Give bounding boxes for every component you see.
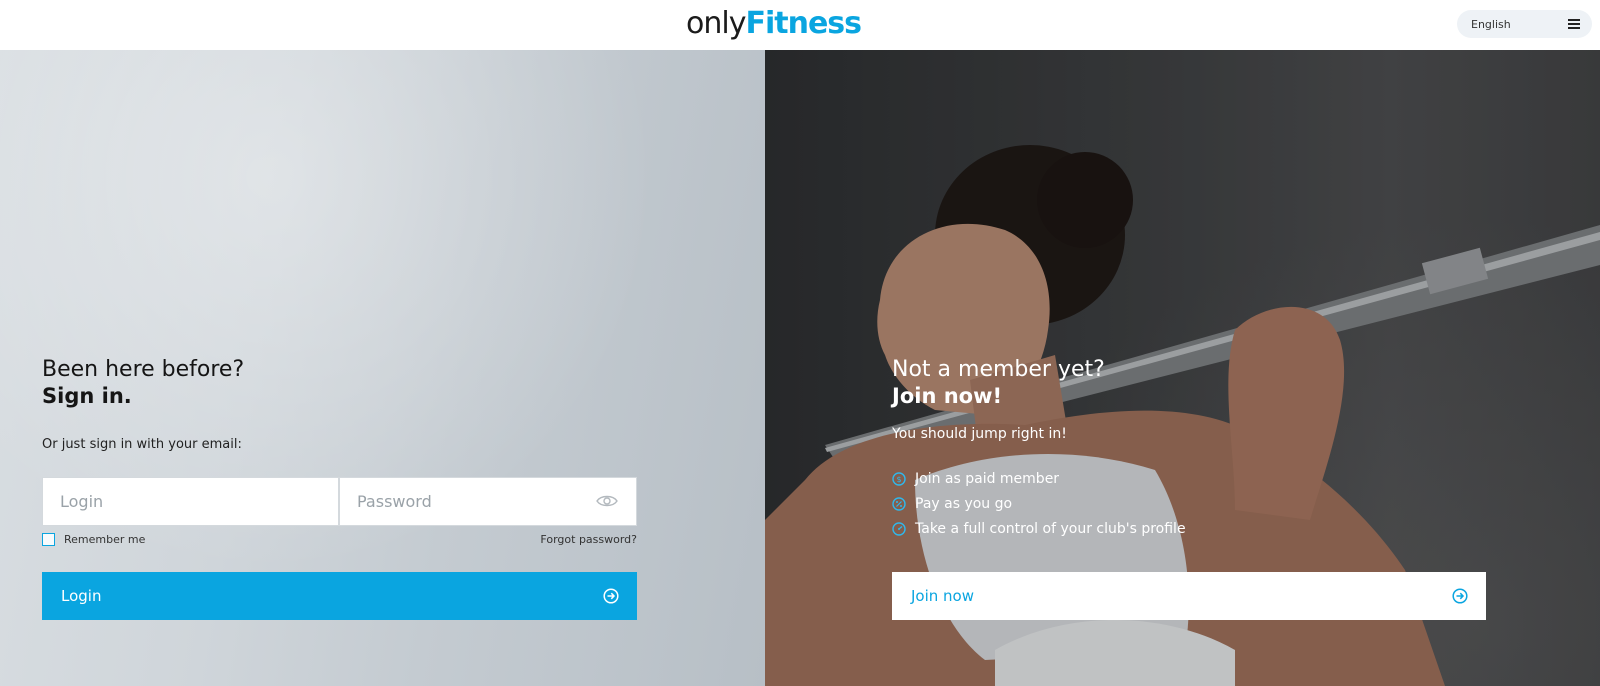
join-now-button-label: Join now	[911, 587, 974, 605]
password-input[interactable]: Password	[339, 477, 637, 526]
top-header: onlyFitness English	[0, 0, 1600, 50]
join-title: Not a member yet?	[892, 357, 1105, 382]
feature-item: Pay as you go	[892, 496, 1012, 512]
forgot-password-link[interactable]: Forgot password?	[540, 533, 637, 546]
logo-text-fitness: Fitness	[745, 6, 862, 41]
join-title-strong: Join now!	[892, 384, 1003, 408]
menu-icon	[1568, 19, 1580, 29]
join-subtitle: You should jump right in!	[892, 426, 1067, 442]
arrow-right-circle-icon	[1452, 588, 1468, 604]
feature-label: Pay as you go	[915, 496, 1013, 512]
eye-icon[interactable]	[596, 494, 618, 508]
password-placeholder: Password	[357, 492, 432, 511]
dollar-circle-icon: $	[892, 472, 906, 486]
remember-me-label: Remember me	[64, 533, 146, 546]
signin-panel: Been here before? Sign in. Or just sign …	[0, 50, 765, 686]
logo-text-only: only	[686, 6, 746, 41]
arrow-right-circle-icon	[603, 588, 619, 604]
language-menu-button[interactable]: English	[1457, 10, 1592, 38]
login-button[interactable]: Login	[42, 572, 637, 620]
percent-circle-icon	[892, 497, 906, 511]
feature-item: Take a full control of your club's profi…	[892, 521, 1186, 537]
feature-item: $ Join as paid member	[892, 471, 1059, 487]
svg-text:$: $	[896, 475, 901, 484]
feature-label: Take a full control of your club's profi…	[915, 521, 1186, 537]
remember-me-checkbox[interactable]: Remember me	[42, 533, 145, 546]
email-hint: Or just sign in with your email:	[42, 437, 242, 452]
signin-title-strong: Sign in.	[42, 384, 132, 408]
gauge-circle-icon	[892, 522, 906, 536]
login-input[interactable]: Login	[42, 477, 339, 526]
join-now-button[interactable]: Join now	[892, 572, 1486, 620]
language-label: English	[1471, 17, 1511, 31]
login-button-label: Login	[61, 587, 102, 605]
onlyfitness-logo[interactable]: onlyFitness	[686, 2, 862, 46]
feature-label: Join as paid member	[915, 471, 1060, 487]
signin-title: Been here before?	[42, 357, 245, 382]
join-panel: Not a member yet? Join now! You should j…	[765, 50, 1600, 686]
login-placeholder: Login	[60, 492, 104, 511]
checkbox-box[interactable]	[42, 533, 55, 546]
